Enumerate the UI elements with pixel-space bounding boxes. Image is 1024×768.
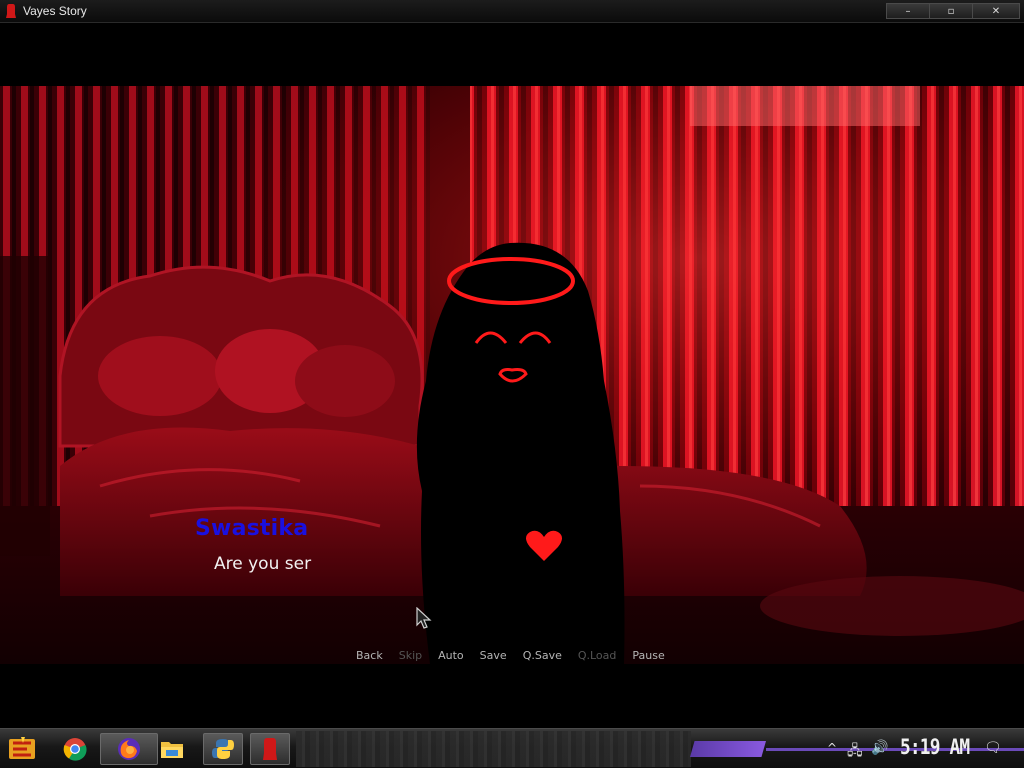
python-icon (212, 739, 234, 759)
taskbar-firefox[interactable] (100, 733, 158, 765)
file-explorer-icon (161, 742, 183, 758)
quick-menu-qsave[interactable]: Q.Save (515, 649, 570, 662)
mouse-cursor-icon (416, 607, 432, 629)
window-controls: – ▫ ✕ (886, 3, 1020, 19)
quick-menu: Back Skip Auto Save Q.Save Q.Load Pause (348, 649, 673, 662)
window-title: Vayes Story (23, 4, 87, 18)
quick-menu-auto[interactable]: Auto (430, 649, 472, 662)
start-button[interactable] (2, 733, 42, 765)
start-icon (9, 737, 35, 759)
quick-menu-skip[interactable]: Skip (391, 649, 430, 662)
quick-menu-qload[interactable]: Q.Load (570, 649, 625, 662)
notification-icon[interactable]: 🗨 (984, 740, 1002, 756)
firefox-icon (118, 738, 140, 760)
taskbar-decoration (690, 741, 766, 757)
taskbar-python[interactable] (203, 733, 243, 765)
volume-icon[interactable]: 🔊 (871, 740, 888, 756)
tray-show-hidden-icon[interactable]: ^ (827, 741, 837, 755)
maximize-button[interactable]: ▫ (929, 3, 973, 19)
taskbar-file-explorer[interactable] (152, 733, 192, 765)
network-icon[interactable]: 🖧 (847, 740, 863, 764)
vayes-story-icon (263, 738, 277, 760)
taskbar-empty-area (296, 731, 691, 767)
chrome-icon (63, 738, 87, 761)
close-button[interactable]: ✕ (972, 3, 1020, 19)
screen: Vayes Story – ▫ ✕ Swastika Are you ser B… (0, 0, 1024, 768)
window-titlebar[interactable]: Vayes Story – ▫ ✕ (0, 0, 1024, 23)
taskbar-vayes-story[interactable] (250, 733, 290, 765)
minimize-button[interactable]: – (886, 3, 930, 19)
vayes-story-app-icon (6, 4, 16, 18)
quick-menu-pause[interactable]: Pause (624, 649, 672, 662)
taskbar-clock[interactable]: 5:19 AM (900, 735, 970, 759)
dialogue-text: Are you ser (214, 554, 312, 574)
speaker-name: Swastika (195, 516, 309, 541)
taskbar-chrome[interactable] (55, 733, 95, 765)
character-swastika (416, 242, 625, 664)
game-scene[interactable] (0, 86, 1024, 664)
quick-menu-save[interactable]: Save (472, 649, 515, 662)
quick-menu-back[interactable]: Back (348, 649, 391, 662)
